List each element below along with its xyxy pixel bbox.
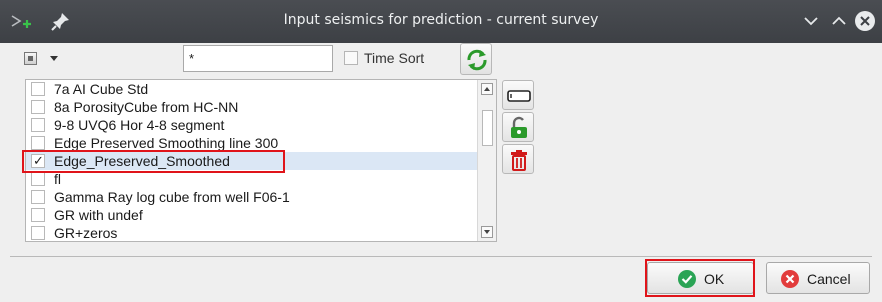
item-label: fl [54,171,61,187]
select-all-checkbox[interactable] [24,52,37,65]
cancel-button[interactable]: Cancel [766,262,870,294]
list-item[interactable]: 7a AI Cube Std [26,80,478,98]
item-label: Edge Preserved Smoothing line 300 [54,135,279,151]
divider [10,256,872,257]
scroll-down-icon[interactable] [481,226,493,238]
trash-icon [511,150,527,171]
item-checkbox[interactable] [31,190,45,204]
title-bar: Input seismics for prediction - current … [0,0,882,43]
list-item[interactable]: 9-8 UVQ6 Hor 4-8 segment [26,116,478,134]
list-item[interactable]: 8a PorosityCube from HC-NN [26,98,478,116]
cancel-label: Cancel [807,271,851,287]
item-label: Gamma Ray log cube from well F06-1 [54,189,290,205]
minimize-icon[interactable] [798,8,824,34]
annotation-highlight [22,150,285,173]
item-checkbox[interactable] [31,172,45,186]
filter-input[interactable]: * [183,45,333,72]
item-label: GR+zeros [54,225,118,241]
close-icon[interactable] [852,8,878,34]
list-item[interactable]: Gamma Ray log cube from well F06-1 [26,188,478,206]
list-item[interactable]: GR with undef [26,206,478,224]
item-label: 8a PorosityCube from HC-NN [54,99,239,115]
item-checkbox[interactable] [31,208,45,222]
list-item[interactable]: GR+zeros [26,224,478,241]
delete-button[interactable] [502,144,534,174]
rename-button[interactable] [502,80,534,110]
vertical-scrollbar[interactable] [477,80,496,241]
item-checkbox[interactable] [31,100,45,114]
item-checkbox[interactable] [31,82,45,96]
scroll-up-icon[interactable] [481,83,493,95]
item-label: 7a AI Cube Std [54,81,149,97]
item-label: 9-8 UVQ6 Hor 4-8 segment [54,117,225,133]
item-checkbox[interactable] [31,136,45,150]
unlock-icon [511,116,527,138]
annotation-highlight [645,259,755,297]
cancel-circle-icon [781,270,799,288]
window-title: Input seismics for prediction - current … [283,12,599,28]
chevron-down-icon[interactable] [50,56,58,61]
item-checkbox[interactable] [31,226,45,240]
item-label: GR with undef [54,207,143,223]
unlock-button[interactable] [502,112,534,142]
time-sort-checkbox[interactable] [344,51,358,65]
refresh-icon [467,49,487,71]
maximize-icon[interactable] [826,8,852,34]
time-sort-label: Time Sort [364,50,425,66]
item-checkbox[interactable] [31,118,45,132]
rename-icon [507,90,531,102]
scrollbar-thumb[interactable] [482,110,493,146]
refresh-button[interactable] [460,43,492,75]
